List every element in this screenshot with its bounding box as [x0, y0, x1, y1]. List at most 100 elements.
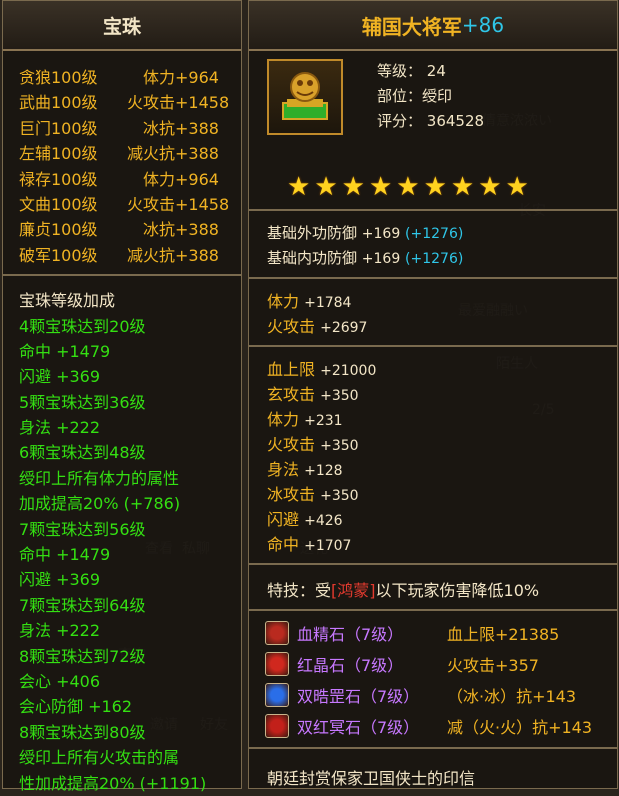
bead-attr: 减火抗 [126, 245, 175, 265]
gem-name: 双红冥石（7级） [297, 717, 420, 737]
bead-name: 左辅100级 [19, 144, 98, 164]
bead-value: +388 [175, 220, 219, 240]
seal-item-icon [267, 59, 343, 135]
star-icon: ★ [314, 172, 338, 202]
bead-row: 贪狼100级 体力 +964 [19, 65, 241, 90]
gem-row[interactable]: 双红冥石（7级） 减（火·火）抗+143 [249, 710, 617, 741]
bonus-line: 加成提高20% (+786) [19, 494, 181, 514]
attribute-name: 血上限 [267, 360, 316, 379]
bead-name: 巨门100级 [19, 118, 98, 138]
bonus-line: 4颗宝珠达到20级 [19, 316, 146, 336]
level-row: 等级： 24 [377, 62, 446, 80]
bead-value: +1458 [175, 93, 230, 113]
score-row: 评分： 364528 [377, 112, 485, 130]
main-attributes-section: 体力 +1784 火攻击 +2697 [249, 285, 617, 339]
bead-value: +964 [175, 169, 219, 189]
bead-attr: 体力 [142, 68, 175, 87]
divider [249, 209, 617, 211]
gem-name: 双晧罡石（7级） [297, 686, 420, 706]
base-stat-bonus: (+1276) [405, 226, 464, 242]
bead-name: 贪狼100级 [19, 68, 98, 87]
attribute-value: +1707 [304, 538, 352, 554]
bead-row: 左辅100级 减火抗 +388 [19, 141, 241, 166]
item-title: 辅国大将军 +86 [249, 1, 617, 51]
bonus-line: 7颗宝珠达到64级 [19, 595, 146, 615]
base-stat-name: 基础外功防御 [267, 224, 358, 242]
gem-effect: （冰·冰）抗+143 [447, 686, 577, 706]
divider [3, 274, 241, 277]
special-skill: 特技：受[鸿蒙]以下玩家伤害降低10% [267, 581, 540, 600]
bead-attr: 冰抗 [142, 220, 175, 240]
base-stat-bonus: (+1276) [405, 251, 464, 267]
gem-row[interactable]: 红晶石（7级） 火攻击+357 [249, 648, 617, 679]
item-name: 辅国大将军 [361, 14, 462, 39]
bead-attr: 减火抗 [126, 144, 175, 164]
bead-value: +964 [175, 68, 219, 87]
bonus-line: 5颗宝珠达到36级 [19, 392, 146, 412]
gem-name: 血精石（7级） [297, 624, 404, 644]
blue-gem-icon[interactable] [265, 682, 289, 707]
base-defense-section: 基础外功防御 +169 (+1276) 基础内功防御 +169 (+1276) [249, 217, 617, 271]
bonus-line: 绶印上所有火攻击的属 [19, 748, 180, 768]
bead-attr: 冰抗 [142, 118, 175, 138]
attribute-row: 闪避 +426 [267, 507, 617, 532]
item-tooltip-panel: 辅国大将军 +86 等级： 24 部位：绶印 评分： 364528 ★ ★ ★ ★ ★ ★ ★… [248, 0, 618, 789]
attribute-row: 火攻击 +350 [267, 432, 617, 457]
red-dark-gem-icon[interactable] [265, 713, 289, 738]
bonus-line: 闪避 +369 [19, 570, 101, 590]
attribute-row: 火攻击 +2697 [267, 314, 617, 339]
bonus-title: 宝珠等级加成 [19, 291, 116, 311]
attribute-row: 体力 +231 [267, 407, 617, 432]
attribute-value: +350 [320, 438, 359, 454]
attribute-value: +128 [304, 463, 343, 479]
rank-highlight: [鸿蒙] [331, 581, 376, 600]
gem-name: 红晶石（7级） [297, 655, 404, 675]
bonus-line: 7颗宝珠达到56级 [19, 519, 146, 539]
blood-gem-icon[interactable] [265, 620, 289, 645]
attribute-row: 命中 +1707 [267, 532, 617, 557]
star-rating: ★ ★ ★ ★ ★ ★ ★ ★ ★ [249, 171, 617, 203]
bonus-line: 绶印上所有体力的属性 [19, 468, 180, 488]
bonus-line: 会心防御 +162 [19, 697, 133, 717]
bonus-line: 身法 +222 [19, 621, 101, 641]
gem-bead-title: 宝珠 [3, 1, 241, 51]
bead-attr: 火攻击 [126, 93, 175, 113]
enhance-level: +86 [461, 13, 505, 37]
star-icon: ★ [450, 172, 475, 202]
attribute-name: 火攻击 [267, 317, 316, 336]
bead-row: 武曲100级 火攻击 +1458 [19, 90, 241, 115]
extra-attributes-section: 血上限 +21000 玄攻击 +350 体力 +231 火攻击 +350 身法 +128… [249, 353, 617, 557]
attribute-name: 闪避 [267, 510, 300, 529]
star-icon: ★ [505, 172, 529, 202]
divider [249, 609, 617, 611]
attribute-name: 玄攻击 [267, 385, 316, 404]
bead-row: 廉贞100级 冰抗 +388 [19, 217, 241, 242]
bonus-line: 8颗宝珠达到72级 [19, 646, 146, 666]
attribute-row: 血上限 +21000 [267, 357, 617, 382]
bead-row: 巨门100级 冰抗 +388 [19, 116, 241, 141]
gem-row[interactable]: 双晧罡石（7级） （冰·冰）抗+143 [249, 679, 617, 710]
bonus-line: 命中 +1479 [19, 545, 111, 565]
gem-effect: 血上限+21385 [447, 624, 560, 644]
bead-row: 禄存100级 体力 +964 [19, 167, 241, 192]
divider [249, 277, 617, 279]
attribute-row: 冰攻击 +350 [267, 482, 617, 507]
gem-row[interactable]: 血精石（7级） 血上限+21385 [249, 617, 617, 648]
star-icon: ★ [341, 172, 365, 202]
bonus-line: 8颗宝珠达到80级 [19, 722, 146, 742]
base-stat-row: 基础外功防御 +169 (+1276) [267, 221, 617, 246]
red-crystal-icon[interactable] [265, 651, 289, 676]
bonus-line: 闪避 +369 [19, 367, 101, 387]
attribute-name: 体力 [267, 292, 300, 311]
gem-bead-panel: 宝珠 贪狼100级 体力 +964 武曲100级 火攻击 +1458 巨门100级 冰抗 +38… [2, 0, 242, 793]
star-icon: ★ [287, 172, 311, 202]
bonus-line: 命中 +1479 [19, 341, 111, 361]
divider [249, 563, 617, 565]
bead-name: 廉贞100级 [19, 220, 98, 240]
bead-value: +388 [175, 118, 219, 138]
gem-bead-list: 贪狼100级 体力 +964 武曲100级 火攻击 +1458 巨门100级 冰抗 +388 左辅… [3, 51, 241, 268]
bonus-line: 会心 +406 [19, 671, 101, 691]
bead-attr: 体力 [142, 169, 175, 189]
base-stat-row: 基础内功防御 +169 (+1276) [267, 246, 617, 271]
bead-level-bonus: 宝珠等级加成 4颗宝珠达到20级 命中 +1479 闪避 +369 5颗宝珠达到36级… [3, 282, 241, 796]
